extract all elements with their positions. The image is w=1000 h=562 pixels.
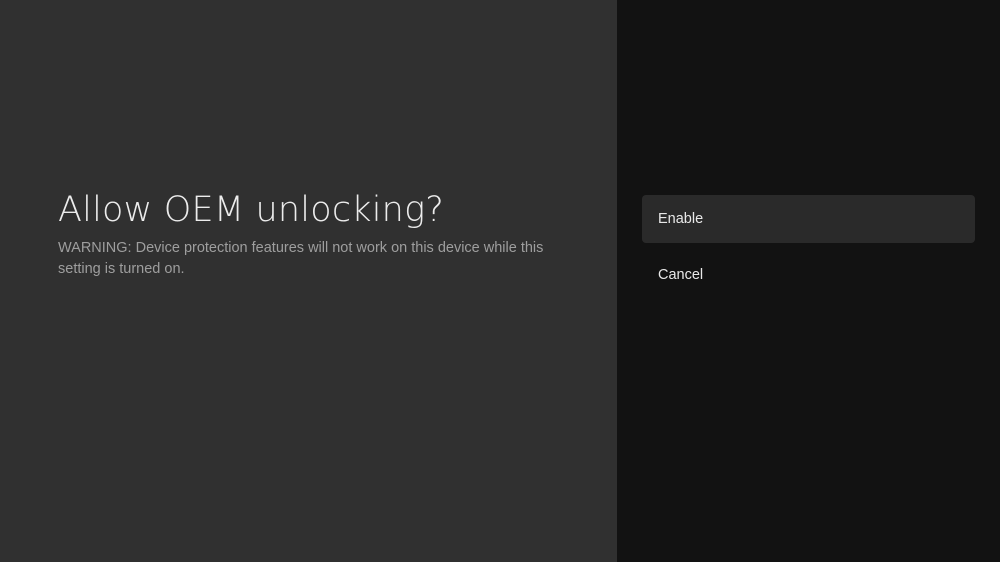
action-list: Enable Cancel [642,195,975,307]
oem-unlock-dialog-screen: Allow OEM unlocking? WARNING: Device pro… [0,0,1000,562]
enable-button[interactable]: Enable [642,195,975,243]
enable-button-label: Enable [658,211,704,227]
dialog-content-pane: Allow OEM unlocking? WARNING: Device pro… [0,0,617,562]
dialog-actions-pane: Enable Cancel [617,0,1000,562]
dialog-title: Allow OEM unlocking? [58,190,445,230]
cancel-button-label: Cancel [658,267,704,283]
dialog-warning-message: WARNING: Device protection features will… [58,240,544,277]
cancel-button[interactable]: Cancel [642,251,975,299]
